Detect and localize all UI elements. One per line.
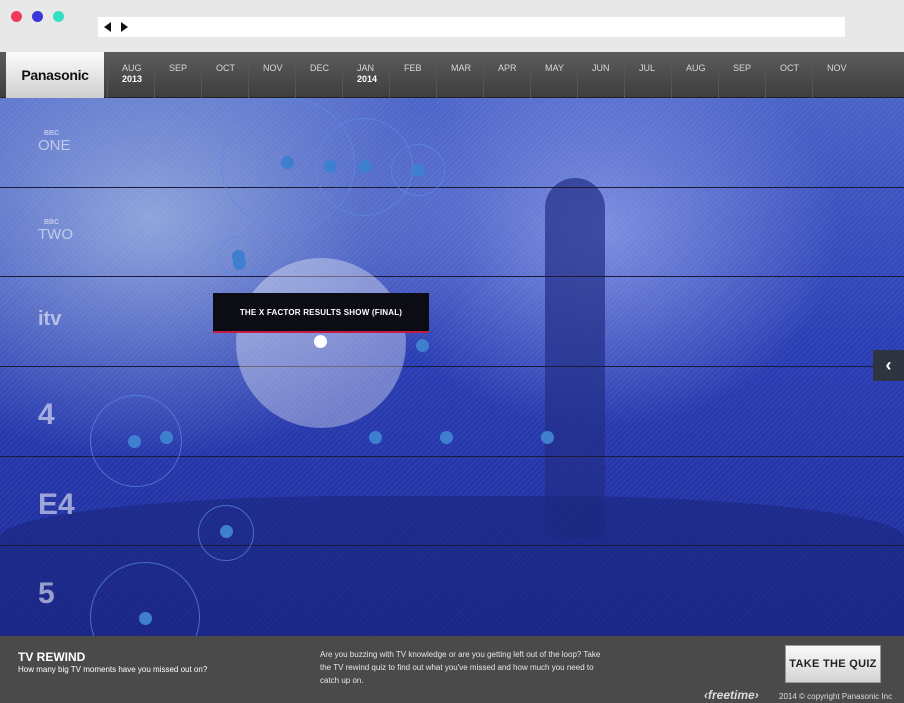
channel-divider (0, 187, 904, 188)
brand-logo[interactable]: Panasonic (6, 52, 104, 98)
channel-logo-name: 4 (38, 398, 55, 431)
channel-divider (0, 545, 904, 546)
forward-arrow-icon[interactable] (121, 22, 128, 32)
month-label: SEP (733, 63, 752, 73)
timeline-month[interactable]: SEP (718, 52, 765, 98)
channel-logo: BBC TWO (38, 219, 73, 243)
channel-logo-name: TWO (38, 226, 73, 243)
moment-tooltip: THE X FACTOR RESULTS SHOW (FINAL) (213, 293, 429, 333)
timeline-month[interactable]: NOV (248, 52, 295, 98)
month-label: JUL (639, 63, 656, 73)
channel-logo-name: ONE (38, 137, 71, 154)
timeline-month[interactable]: MAY (530, 52, 577, 98)
timeline-month[interactable]: FEB (389, 52, 436, 98)
take-quiz-button[interactable]: TAKE THE QUIZ (785, 645, 881, 683)
timeline-month[interactable]: MAR (436, 52, 483, 98)
channel-logo: BBC ONE (38, 130, 71, 154)
tv-moments-stage (0, 98, 904, 636)
freetime-logo[interactable]: ‹freetime› (704, 688, 759, 702)
close-window-dot[interactable] (11, 11, 22, 22)
previous-panel-button[interactable]: ‹ (873, 350, 904, 381)
month-label: MAY (545, 63, 564, 73)
moment-bubble[interactable] (128, 435, 141, 448)
footer-subtitle: How many big TV moments have you missed … (18, 665, 208, 674)
month-year: 2014 (357, 74, 378, 84)
footer-title: TV REWIND (18, 650, 86, 664)
channel-logo: itv (38, 308, 61, 331)
browser-chrome (0, 0, 904, 52)
timeline-month[interactable]: NOV (812, 52, 859, 98)
channel-logo-small: BBC (44, 219, 60, 226)
month-label: JAN (357, 63, 375, 73)
month-label: FEB (404, 63, 422, 73)
moment-bubble[interactable] (416, 339, 429, 352)
month-label: AUG (122, 63, 142, 73)
moment-bubble[interactable] (233, 257, 246, 270)
back-arrow-icon[interactable] (104, 22, 111, 32)
timeline-month[interactable]: AUG 2013 (107, 52, 154, 98)
timeline-month[interactable]: JUN (577, 52, 624, 98)
selected-moment-knob[interactable] (314, 335, 327, 348)
month-label: MAR (451, 63, 471, 73)
month-label: DEC (310, 63, 330, 73)
timeline-month[interactable]: OCT (765, 52, 812, 98)
channel-logo-small: BBC (44, 130, 60, 137)
month-label: JUN (592, 63, 610, 73)
minimize-window-dot[interactable] (32, 11, 43, 22)
footer-description: Are you buzzing with TV knowledge or are… (320, 650, 601, 685)
channel-divider (0, 276, 904, 277)
month-label: AUG (686, 63, 706, 73)
moment-bubble[interactable] (369, 431, 382, 444)
channel-logo: E4 (38, 488, 75, 522)
month-label: OCT (780, 63, 799, 73)
moment-bubble[interactable] (139, 612, 152, 625)
timeline-month[interactable]: AUG (671, 52, 718, 98)
moment-bubble[interactable] (160, 431, 173, 444)
channel-divider (0, 366, 904, 367)
address-bar[interactable] (98, 17, 845, 37)
moment-bubble[interactable] (412, 164, 425, 177)
moment-bubble[interactable] (440, 431, 453, 444)
timeline-month[interactable]: JUL (624, 52, 671, 98)
copyright-text: 2014 © copyright Panasonic Inc (779, 692, 893, 701)
month-label: OCT (216, 63, 235, 73)
timeline-month[interactable]: SEP (154, 52, 201, 98)
month-year: 2013 (122, 74, 143, 84)
timeline-month[interactable]: DEC (295, 52, 342, 98)
timeline-month[interactable]: JAN 2014 (342, 52, 389, 98)
month-label: NOV (263, 63, 283, 73)
channel-logo-name: itv (38, 308, 62, 330)
moment-bubble[interactable] (281, 156, 294, 169)
month-label: NOV (827, 63, 847, 73)
channel-logo: 5 (38, 577, 55, 611)
moment-bubble[interactable] (358, 160, 371, 173)
timeline-month[interactable]: OCT (201, 52, 248, 98)
channel-logo: 4 (38, 398, 55, 432)
month-label: SEP (169, 63, 188, 73)
moment-bubble[interactable] (324, 160, 337, 173)
channel-logo-name: 5 (38, 577, 55, 610)
moment-bubble[interactable] (541, 431, 554, 444)
timeline-month[interactable]: APR (483, 52, 530, 98)
chevron-left-icon: ‹ (885, 355, 892, 375)
singer-silhouette (545, 178, 605, 538)
channel-logo-name: E4 (38, 488, 75, 521)
moment-bubble[interactable] (220, 525, 233, 538)
maximize-window-dot[interactable] (53, 11, 64, 22)
month-label: APR (498, 63, 517, 73)
